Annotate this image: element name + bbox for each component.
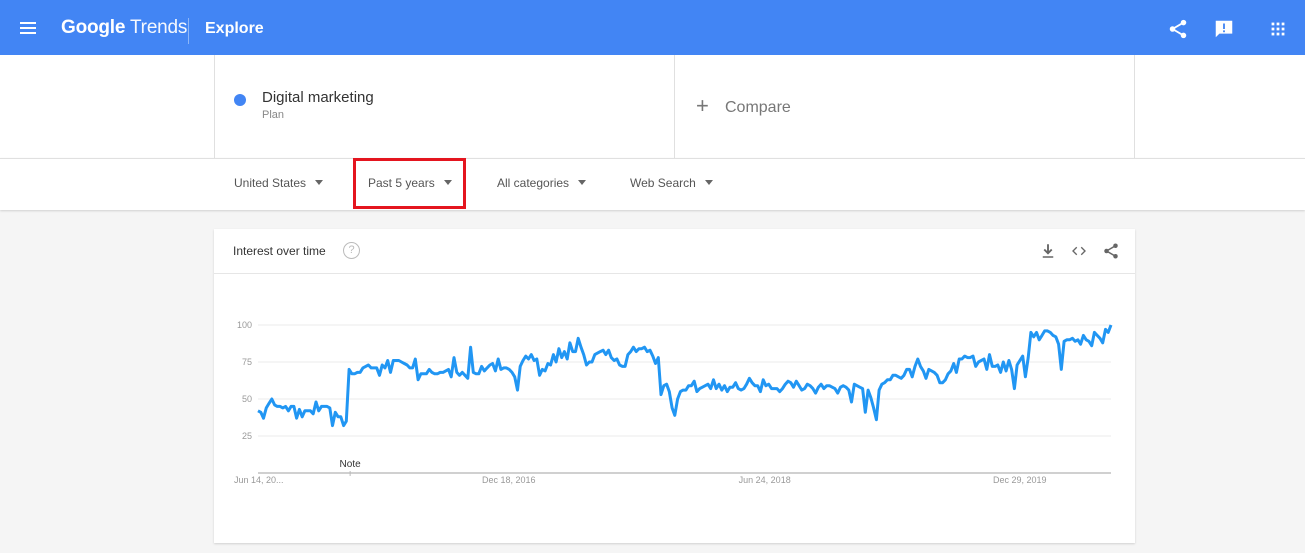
search-term-type: Plan <box>262 109 285 121</box>
region-value: United States <box>234 176 307 190</box>
y-tick-labels: 25 50 75 100 <box>237 320 252 441</box>
header-divider <box>188 18 189 44</box>
search-type-dropdown[interactable]: Web Search <box>630 176 713 190</box>
x-tick-label: Jun 14, 20... <box>234 475 284 485</box>
download-icon[interactable] <box>1039 242 1057 260</box>
embed-icon[interactable] <box>1070 242 1088 260</box>
time-range-value: Past 5 years <box>368 176 435 190</box>
chart-gridlines <box>258 324 1111 437</box>
logo-trends: Trends <box>125 17 188 38</box>
google-trends-logo[interactable]: Google Trends <box>61 17 187 39</box>
search-type-value: Web Search <box>630 176 696 190</box>
y-tick-label: 50 <box>242 394 252 404</box>
help-icon[interactable]: ? <box>343 242 360 259</box>
compare-label: Compare <box>725 99 791 116</box>
note-annotation-label[interactable]: Note <box>340 459 362 470</box>
x-tick-labels: Jun 14, 20... Dec 18, 2016 Jun 24, 2018 Dec… <box>234 475 1047 485</box>
caret-down-icon <box>578 180 587 186</box>
share-icon[interactable] <box>1102 242 1120 260</box>
compare-button[interactable]: + Compare <box>675 55 1135 158</box>
time-range-dropdown[interactable]: Past 5 years <box>368 176 452 190</box>
top-app-bar: Google Trends Explore <box>0 0 1305 55</box>
card-title: Interest over time <box>233 244 326 258</box>
interest-over-time-card: Interest over time ? 25 50 75 100 Note Jun … <box>214 229 1135 543</box>
category-value: All categories <box>497 176 570 190</box>
filter-bar: United States Past 5 years All categorie… <box>0 158 1305 210</box>
search-terms-area: Digital marketing Plan + Compare <box>0 55 1305 158</box>
y-tick-label: 25 <box>242 431 252 441</box>
term-color-dot <box>234 94 246 106</box>
caret-down-icon <box>443 180 452 186</box>
logo-google: Google <box>61 17 126 38</box>
feedback-icon[interactable] <box>1213 18 1235 40</box>
region-dropdown[interactable]: United States <box>234 176 324 190</box>
y-tick-label: 100 <box>237 320 252 330</box>
card-header: Interest over time ? <box>214 229 1135 274</box>
page-title: Explore <box>205 20 264 37</box>
menu-icon[interactable] <box>20 22 36 34</box>
x-tick-label: Dec 18, 2016 <box>482 475 536 485</box>
plus-icon: + <box>696 93 709 118</box>
series-line-digital-marketing[interactable] <box>257 324 1113 428</box>
x-tick-label: Dec 29, 2019 <box>993 475 1047 485</box>
caret-down-icon <box>704 180 713 186</box>
y-tick-label: 75 <box>242 357 252 367</box>
search-term-card[interactable]: Digital marketing Plan <box>214 55 675 158</box>
apps-grid-icon[interactable] <box>1267 18 1289 40</box>
caret-down-icon <box>315 180 324 186</box>
category-dropdown[interactable]: All categories <box>497 176 587 190</box>
x-tick-label: Jun 24, 2018 <box>739 475 791 485</box>
share-icon[interactable] <box>1167 18 1189 40</box>
interest-chart[interactable]: 25 50 75 100 Note Jun 14, 20... Dec 18, 2016… <box>214 274 1135 543</box>
search-term-name[interactable]: Digital marketing <box>262 89 374 106</box>
